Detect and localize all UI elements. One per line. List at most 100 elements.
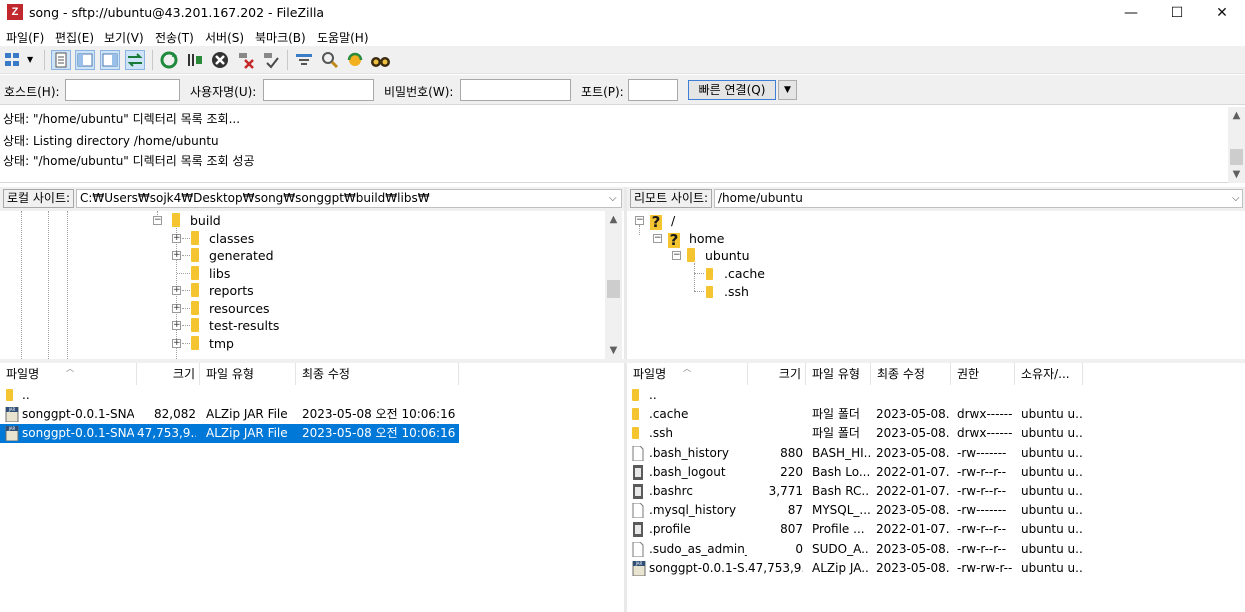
site-manager-icon[interactable]: [4, 50, 24, 70]
table-row[interactable]: .bash_history 880 BASH_HI... 2023-05-08... -…: [627, 444, 1083, 463]
expand-icon[interactable]: +: [172, 304, 181, 313]
column-header-modified[interactable]: 최종 수정: [871, 363, 951, 385]
tree-node-cache[interactable]: .cache: [706, 265, 765, 282]
log-scrollbar[interactable]: ▲ ▼: [1228, 107, 1245, 183]
reconnect-icon[interactable]: [261, 50, 281, 70]
column-header-owner[interactable]: 소유자/...: [1015, 363, 1083, 385]
tree-node-root[interactable]: ? /: [650, 212, 675, 230]
scroll-down-icon[interactable]: ▼: [605, 342, 622, 359]
host-input[interactable]: [65, 79, 180, 101]
remote-tree[interactable]: − ? / − ? home − ubuntu .cache .ssh: [627, 211, 1245, 359]
collapse-icon[interactable]: −: [653, 234, 662, 243]
table-row[interactable]: .sudo_as_admin_...0SUDO_A...2023-05-08..…: [627, 540, 1083, 559]
scroll-up-icon[interactable]: ▲: [605, 211, 622, 228]
tree-node-ssh[interactable]: .ssh: [706, 283, 749, 300]
svg-text:JAR: JAR: [8, 407, 16, 412]
local-site-bar: 로컬 사이트: C:₩Users₩sojk4₩Desktop₩song₩song…: [0, 187, 624, 211]
column-header-size[interactable]: 크기: [137, 363, 200, 385]
table-row[interactable]: ..: [627, 386, 1083, 405]
column-header-type[interactable]: 파일 유형: [200, 363, 296, 385]
menu-file[interactable]: 파일(F): [6, 29, 44, 46]
scroll-up-icon[interactable]: ▲: [1228, 107, 1245, 124]
column-header-permissions[interactable]: 권한: [951, 363, 1015, 385]
remote-path-dropdown-icon[interactable]: ⌵: [1232, 193, 1240, 204]
process-queue-icon[interactable]: [185, 50, 205, 70]
toggle-local-tree-icon[interactable]: [75, 50, 95, 70]
folder-icon: [191, 231, 199, 245]
sync-browsing-icon[interactable]: [345, 50, 365, 70]
menu-transfer[interactable]: 전송(T): [155, 29, 194, 46]
menu-view[interactable]: 보기(V): [104, 29, 144, 46]
expand-icon[interactable]: +: [172, 321, 181, 330]
folder-icon: [191, 266, 199, 280]
tree-node-classes[interactable]: classes: [191, 230, 254, 247]
site-manager-dropdown-icon[interactable]: ▼: [27, 50, 39, 70]
table-row[interactable]: .bashrc 3,771 Bash RC... 2022-01-07... -rw-r…: [627, 482, 1083, 501]
table-row[interactable]: JAR songgpt-0.0.1-SNA... 82,082 ALZip JA…: [0, 405, 459, 424]
binoculars-icon[interactable]: [370, 50, 390, 70]
table-row[interactable]: .bash_logout 220 Bash Lo... 2022-01-07... -r…: [627, 463, 1083, 482]
tree-node-test-results[interactable]: test-results: [191, 317, 279, 334]
column-header-type[interactable]: 파일 유형: [806, 363, 871, 385]
column-header-modified[interactable]: 최종 수정: [296, 363, 459, 385]
tree-node-home[interactable]: ? home: [668, 230, 724, 248]
maximize-button[interactable]: ☐: [1154, 0, 1200, 26]
port-input[interactable]: [628, 79, 678, 101]
table-row[interactable]: .mysql_history 87 MYSQL_... 2023-05-08... -r…: [627, 501, 1083, 520]
table-row[interactable]: ..: [0, 386, 459, 405]
folder-icon: [632, 407, 646, 422]
table-row[interactable]: .profile 807 Profile ... 2022-01-07... -rw-r…: [627, 520, 1083, 539]
menu-edit[interactable]: 편집(E): [55, 29, 94, 46]
refresh-icon[interactable]: [159, 50, 179, 70]
expand-icon[interactable]: +: [172, 234, 181, 243]
table-row-selected[interactable]: JAR songgpt-0.0.1-SNA... 47,753,9... ALZ…: [0, 424, 459, 443]
menu-server[interactable]: 서버(S): [205, 29, 244, 46]
local-path-input[interactable]: C:₩Users₩sojk4₩Desktop₩song₩songgpt₩buil…: [76, 189, 622, 208]
tree-node-generated[interactable]: generated: [191, 247, 274, 264]
expand-icon[interactable]: +: [172, 286, 181, 295]
tree-node-libs[interactable]: libs: [191, 265, 230, 282]
local-path-dropdown-icon[interactable]: ⌵: [609, 193, 617, 204]
quickconnect-dropdown-icon[interactable]: ▼: [778, 80, 797, 100]
scroll-down-icon[interactable]: ▼: [1228, 166, 1245, 183]
local-tree-scrollbar[interactable]: ▲ ▼: [605, 211, 622, 359]
local-site-label: 로컬 사이트:: [3, 189, 75, 208]
disconnect-icon[interactable]: [236, 50, 256, 70]
table-row[interactable]: JARsonggpt-0.0.1-S...47,753,9...ALZip JA…: [627, 559, 1083, 578]
column-header-size[interactable]: 크기: [748, 363, 806, 385]
folder-icon: [706, 268, 713, 280]
collapse-icon[interactable]: −: [635, 216, 644, 225]
close-button[interactable]: ✕: [1199, 0, 1245, 26]
minimize-button[interactable]: —: [1108, 0, 1154, 26]
menu-bookmarks[interactable]: 북마크(B): [255, 29, 306, 46]
expand-icon[interactable]: +: [172, 251, 181, 260]
toggle-message-log-icon[interactable]: [51, 50, 71, 70]
tree-node-ubuntu[interactable]: ubuntu: [687, 247, 750, 264]
directory-filter-icon[interactable]: [294, 50, 314, 70]
collapse-icon[interactable]: −: [153, 216, 162, 225]
quickconnect-button[interactable]: 빠른 연결(Q): [688, 80, 776, 100]
cancel-operation-icon[interactable]: [210, 50, 230, 70]
username-input[interactable]: [263, 79, 374, 101]
toggle-transfer-queue-icon[interactable]: [125, 50, 145, 70]
tree-node-resources[interactable]: resources: [191, 300, 270, 317]
remote-path-input[interactable]: /home/ubuntu: [714, 189, 1243, 208]
remote-file-list[interactable]: 파일명 ︿ 크기 파일 유형 최종 수정 권한 소유자/... .. .cache…: [627, 363, 1245, 612]
toggle-remote-tree-icon[interactable]: [100, 50, 120, 70]
collapse-icon[interactable]: −: [672, 251, 681, 260]
expand-icon[interactable]: +: [172, 339, 181, 348]
toolbar: ▼: [0, 46, 1245, 74]
tree-node-reports[interactable]: reports: [191, 282, 254, 299]
tree-node-tmp[interactable]: tmp: [191, 335, 234, 352]
password-input[interactable]: [460, 79, 571, 101]
scroll-thumb[interactable]: [607, 280, 620, 298]
table-row[interactable]: .cache 파일 폴더 2023-05-08... drwx------ ubuntu…: [627, 405, 1083, 424]
search-icon[interactable]: [320, 50, 340, 70]
scroll-thumb[interactable]: [1230, 149, 1243, 165]
table-row[interactable]: .ssh 파일 폴더 2023-05-08... drwx------ ubuntu u…: [627, 424, 1083, 443]
menu-help[interactable]: 도움말(H): [317, 29, 369, 46]
local-file-list[interactable]: 파일명 ︿ 크기 파일 유형 최종 수정 .. JAR songgpt-0.0.…: [0, 363, 624, 612]
message-log[interactable]: 상태: "/home/ubuntu" 디렉터리 목록 조회... 상태: Lis…: [0, 107, 1245, 183]
local-tree[interactable]: − build + classes + generated libs + rep…: [0, 211, 624, 359]
tree-node-build[interactable]: build: [172, 212, 221, 229]
